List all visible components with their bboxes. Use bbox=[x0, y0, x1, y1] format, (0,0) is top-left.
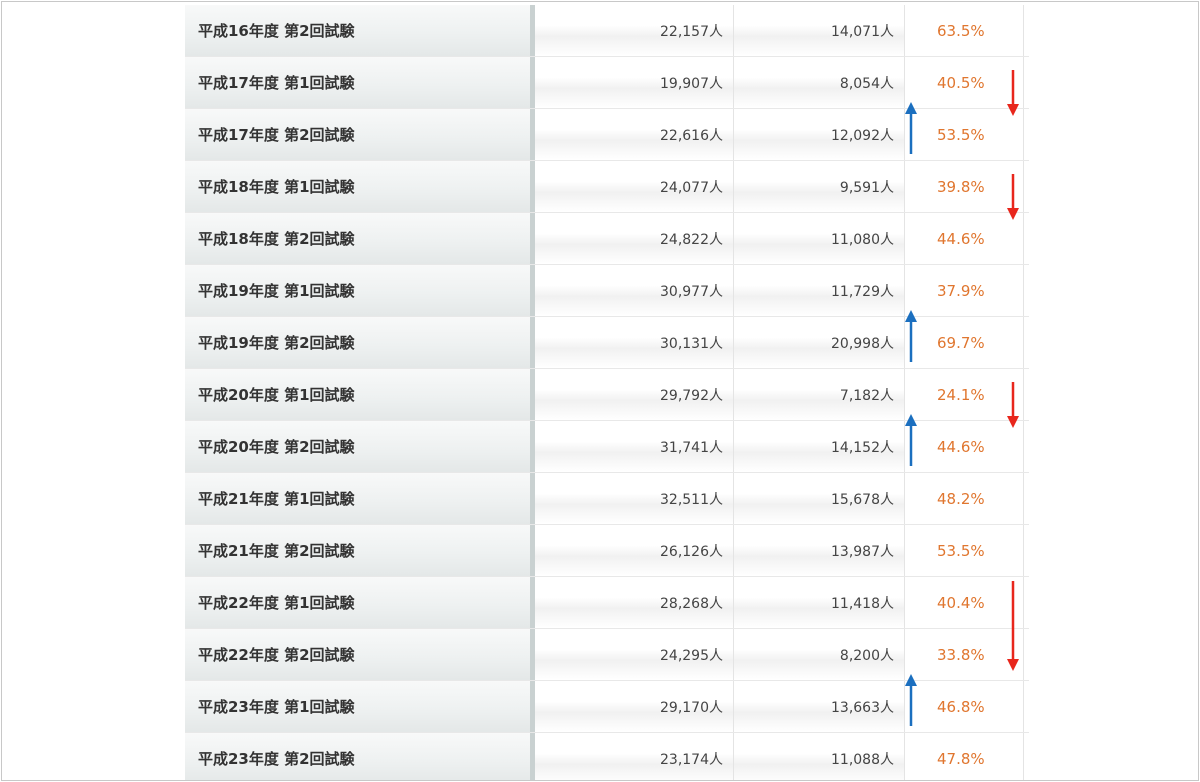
table-row: 平成18年度 第1回試験 24,077人 9,591人 39.8% bbox=[185, 161, 1029, 220]
applicants-count: 29,792人 bbox=[535, 369, 734, 420]
table-row: 平成23年度 第2回試験 23,174人 11,088人 47.8% bbox=[185, 733, 1029, 780]
exam-session-label: 平成19年度 第2回試験 bbox=[185, 317, 535, 368]
exam-session-label: 平成23年度 第1回試験 bbox=[185, 681, 535, 732]
passers-count: 11,729人 bbox=[734, 265, 905, 316]
passers-count: 8,054人 bbox=[734, 57, 905, 108]
passers-count: 7,182人 bbox=[734, 369, 905, 420]
passers-count: 12,092人 bbox=[734, 109, 905, 160]
exam-session-label: 平成21年度 第2回試験 bbox=[185, 525, 535, 576]
figure-frame: 平成16年度 第2回試験 22,157人 14,071人 63.5% 平成17年… bbox=[1, 1, 1199, 781]
passers-count: 20,998人 bbox=[734, 317, 905, 368]
applicants-count: 30,977人 bbox=[535, 265, 734, 316]
exam-session-label: 平成17年度 第2回試験 bbox=[185, 109, 535, 160]
applicants-count: 29,170人 bbox=[535, 681, 734, 732]
table-row: 平成17年度 第2回試験 22,616人 12,092人 53.5% bbox=[185, 102, 1029, 161]
table-row: 平成18年度 第2回試験 24,822人 11,080人 44.6% bbox=[185, 213, 1029, 265]
applicants-count: 26,126人 bbox=[535, 525, 734, 576]
trend-up-arrow-icon bbox=[905, 674, 917, 726]
exam-session-label: 平成22年度 第2回試験 bbox=[185, 629, 535, 680]
pass-rate: 69.7% bbox=[905, 310, 1024, 368]
passers-count: 11,080人 bbox=[734, 213, 905, 264]
applicants-count: 22,616人 bbox=[535, 109, 734, 160]
applicants-count: 28,268人 bbox=[535, 577, 734, 628]
pass-rate: 37.9% bbox=[905, 265, 1024, 316]
exam-session-label: 平成16年度 第2回試験 bbox=[185, 5, 535, 56]
exam-session-label: 平成18年度 第2回試験 bbox=[185, 213, 535, 264]
table-row: 平成21年度 第1回試験 32,511人 15,678人 48.2% bbox=[185, 473, 1029, 525]
applicants-count: 32,511人 bbox=[535, 473, 734, 524]
applicants-count: 24,822人 bbox=[535, 213, 734, 264]
pass-rate: 53.5% bbox=[905, 525, 1024, 576]
table-row: 平成22年度 第2回試験 24,295人 8,200人 33.8% bbox=[185, 629, 1029, 681]
applicants-count: 22,157人 bbox=[535, 5, 734, 56]
exam-session-label: 平成19年度 第1回試験 bbox=[185, 265, 535, 316]
applicants-count: 31,741人 bbox=[535, 421, 734, 472]
pass-rate: 46.8% bbox=[905, 674, 1024, 732]
table-row: 平成22年度 第1回試験 28,268人 11,418人 40.4% bbox=[185, 577, 1029, 671]
passers-count: 13,987人 bbox=[734, 525, 905, 576]
applicants-count: 30,131人 bbox=[535, 317, 734, 368]
pass-rate: 47.8% bbox=[905, 733, 1024, 780]
applicants-count: 24,077人 bbox=[535, 161, 734, 212]
table-row: 平成21年度 第2回試験 26,126人 13,987人 53.5% bbox=[185, 525, 1029, 577]
passers-count: 13,663人 bbox=[734, 681, 905, 732]
passers-count: 11,088人 bbox=[734, 733, 905, 780]
pass-rate: 40.5% bbox=[905, 57, 1024, 116]
passers-count: 14,152人 bbox=[734, 421, 905, 472]
trend-up-arrow-icon bbox=[905, 102, 917, 154]
passers-count: 15,678人 bbox=[734, 473, 905, 524]
passers-count: 8,200人 bbox=[734, 629, 905, 680]
applicants-count: 19,907人 bbox=[535, 57, 734, 108]
pass-rate: 39.8% bbox=[905, 161, 1024, 220]
exam-session-label: 平成20年度 第2回試験 bbox=[185, 421, 535, 472]
exam-session-label: 平成23年度 第2回試験 bbox=[185, 733, 535, 780]
pass-rate: 24.1% bbox=[905, 369, 1024, 428]
passers-count: 14,071人 bbox=[734, 5, 905, 56]
pass-rate: 33.8% bbox=[905, 629, 1024, 680]
pass-rate: 63.5% bbox=[905, 5, 1024, 56]
pass-rate: 48.2% bbox=[905, 473, 1024, 524]
passers-count: 9,591人 bbox=[734, 161, 905, 212]
exam-session-label: 平成17年度 第1回試験 bbox=[185, 57, 535, 108]
trend-up-arrow-icon bbox=[905, 310, 917, 362]
exam-session-label: 平成22年度 第1回試験 bbox=[185, 577, 535, 628]
pass-rate: 44.6% bbox=[905, 414, 1024, 472]
table-row: 平成19年度 第1回試験 30,977人 11,729人 37.9% bbox=[185, 265, 1029, 317]
applicants-count: 24,295人 bbox=[535, 629, 734, 680]
table-row: 平成20年度 第1回試験 29,792人 7,182人 24.1% bbox=[185, 369, 1029, 428]
passers-count: 11,418人 bbox=[734, 577, 905, 628]
table-row: 平成16年度 第2回試験 22,157人 14,071人 63.5% bbox=[185, 5, 1029, 57]
table-row: 平成23年度 第1回試験 29,170人 13,663人 46.8% bbox=[185, 674, 1029, 733]
pass-rate: 53.5% bbox=[905, 102, 1024, 160]
trend-up-arrow-icon bbox=[905, 414, 917, 466]
table-row: 平成17年度 第1回試験 19,907人 8,054人 40.5% bbox=[185, 57, 1029, 116]
exam-session-label: 平成21年度 第1回試験 bbox=[185, 473, 535, 524]
applicants-count: 23,174人 bbox=[535, 733, 734, 780]
exam-session-label: 平成18年度 第1回試験 bbox=[185, 161, 535, 212]
pass-rate: 40.4% bbox=[905, 577, 1024, 671]
pass-rate: 44.6% bbox=[905, 213, 1024, 264]
table-row: 平成20年度 第2回試験 31,741人 14,152人 44.6% bbox=[185, 414, 1029, 473]
exam-results-table: 平成16年度 第2回試験 22,157人 14,071人 63.5% 平成17年… bbox=[185, 5, 1029, 780]
exam-session-label: 平成20年度 第1回試験 bbox=[185, 369, 535, 420]
table-row: 平成19年度 第2回試験 30,131人 20,998人 69.7% bbox=[185, 310, 1029, 369]
